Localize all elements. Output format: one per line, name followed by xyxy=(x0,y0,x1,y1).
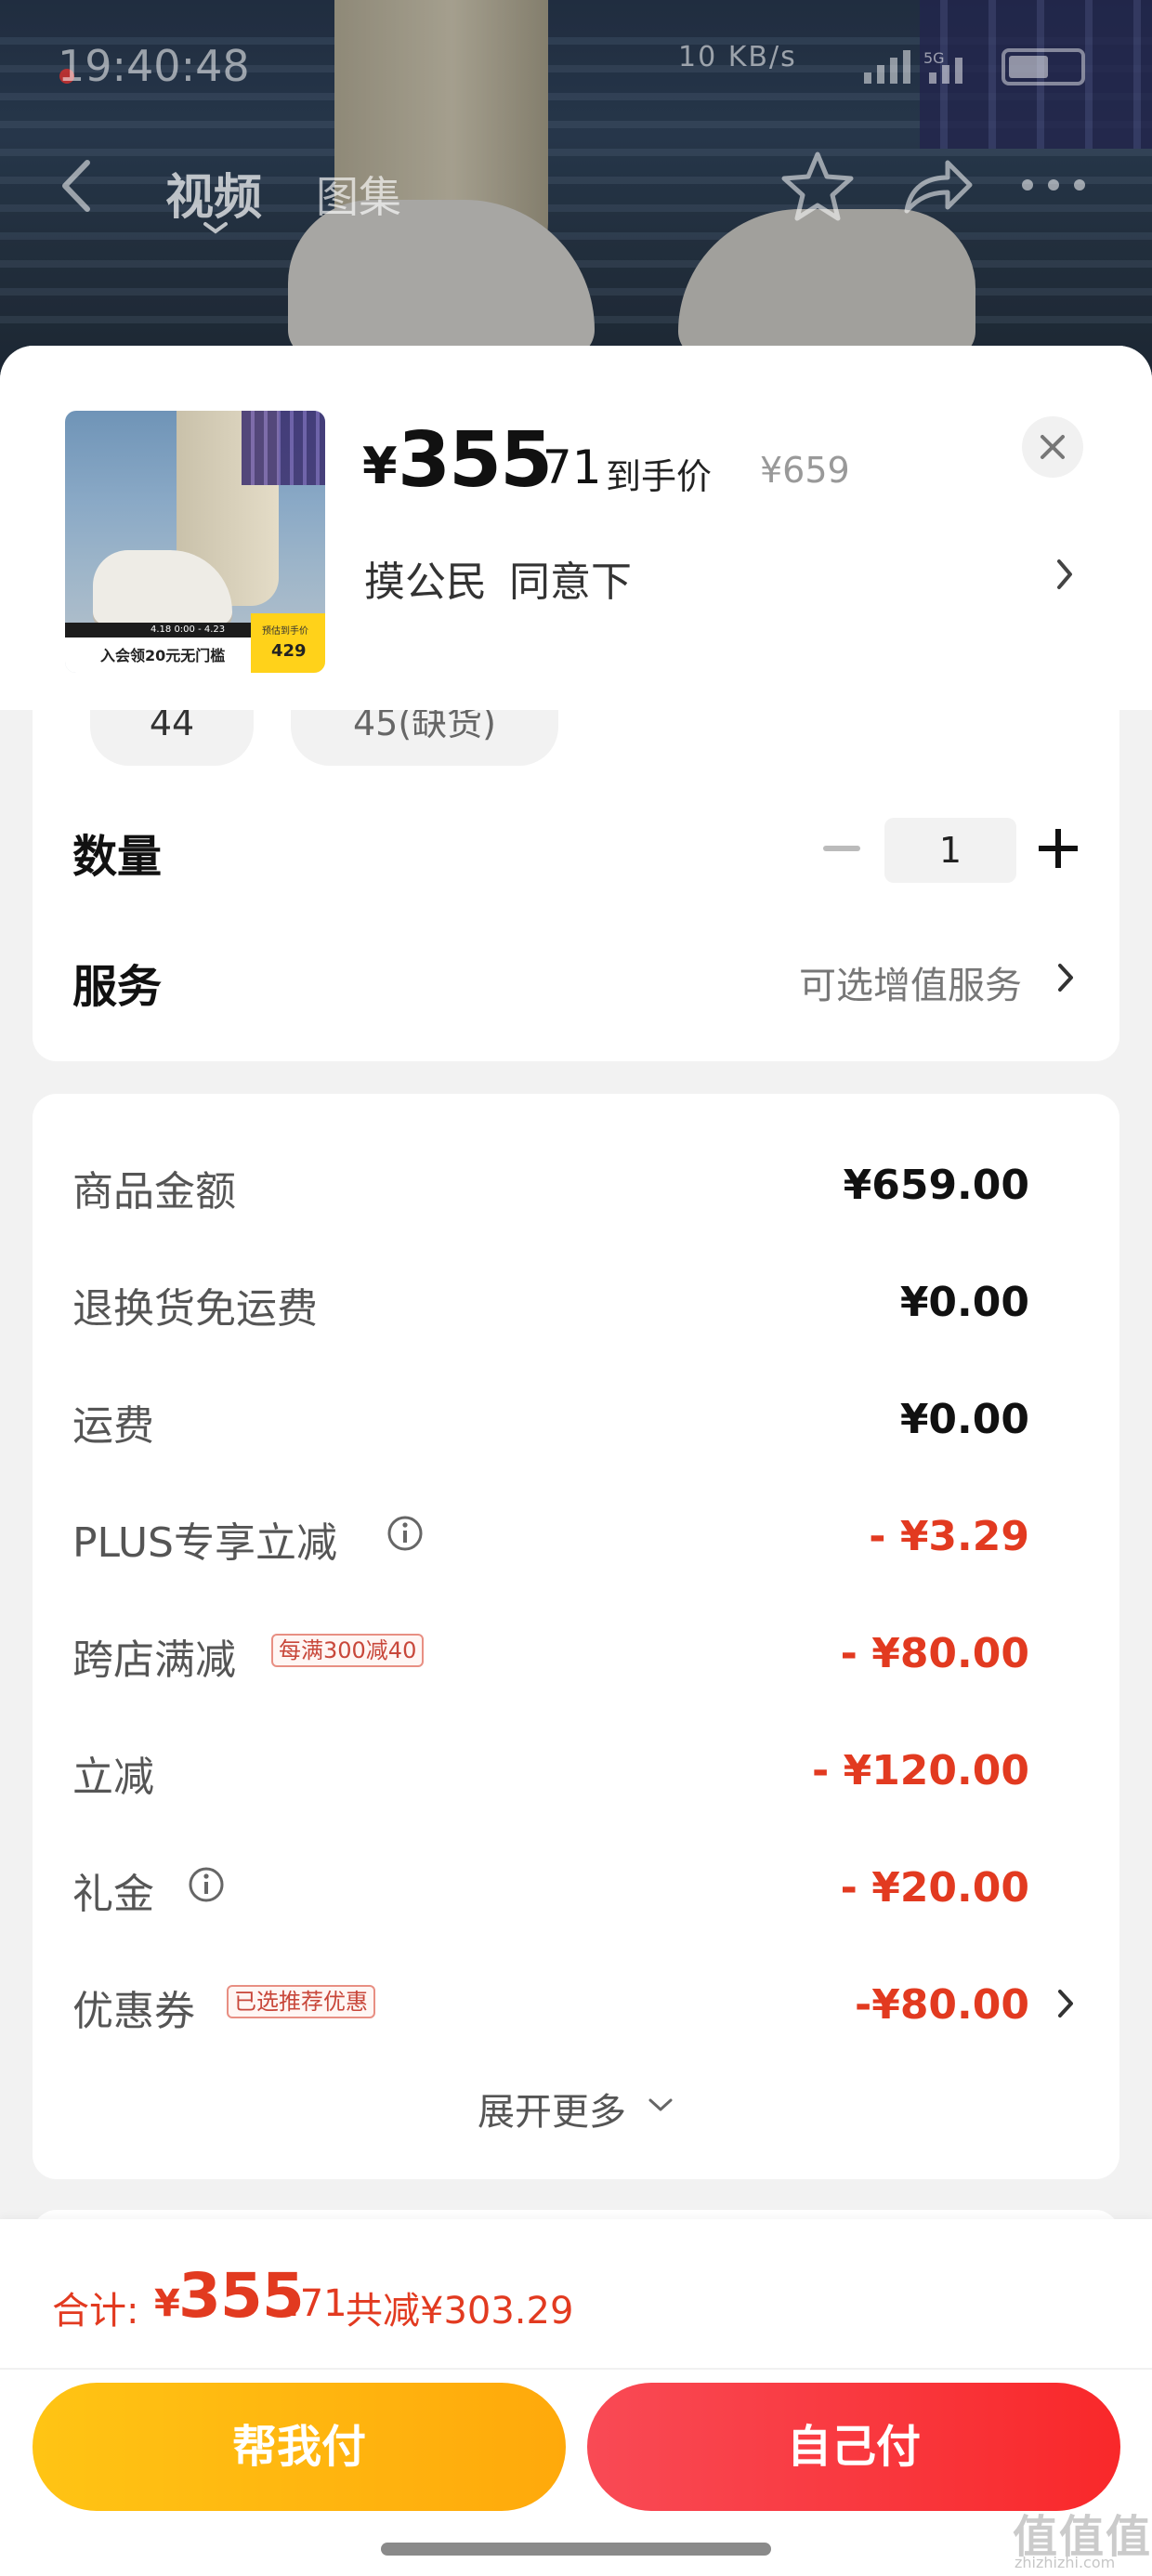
row-value-coupon[interactable]: -¥80.00 xyxy=(695,1981,1029,2029)
chevron-right-icon[interactable] xyxy=(1055,961,1076,994)
total-decimal: .71 xyxy=(288,2282,347,2325)
row-label-goods-amount: 商品金额 xyxy=(72,1168,236,1216)
row-value-shipping: ¥0.00 xyxy=(899,1396,1029,1443)
chevron-right-icon[interactable] xyxy=(1054,556,1076,593)
pay-myself-button[interactable]: 自己付 xyxy=(587,2383,1120,2511)
close-icon[interactable] xyxy=(1022,416,1083,478)
info-icon[interactable] xyxy=(386,1515,424,1552)
thumbnail-badge-label: 预估到手价 xyxy=(262,626,308,637)
signal-type: 5G xyxy=(923,49,945,67)
quantity-input[interactable]: 1 xyxy=(884,818,1016,883)
status-time: 19:40:48 xyxy=(58,41,250,91)
row-label-coupon[interactable]: 优惠券 xyxy=(72,1978,195,2037)
signal-icon: 5G xyxy=(864,49,962,84)
row-value-return-shipping: ¥0.00 xyxy=(899,1279,1029,1326)
promo-tag: 每满300减40 xyxy=(271,1634,425,1667)
quantity-minus-button[interactable] xyxy=(823,846,860,851)
total-savings: 共减¥303.29 xyxy=(346,2290,574,2333)
selected-variant[interactable]: 摸公民 同意下 xyxy=(364,548,632,608)
row-value-instant-discount: - ¥120.00 xyxy=(812,1747,1029,1794)
thumbnail-badge-price: 429 xyxy=(271,641,307,661)
quantity-label: 数量 xyxy=(72,831,163,883)
thumbnail-dates: 4.18 0:00 - 4.23 23:59 xyxy=(65,623,251,650)
more-icon[interactable] xyxy=(1018,173,1089,197)
watermark-url: zhizhizhi.com xyxy=(1015,2554,1116,2571)
row-value-gift-money: - ¥20.00 xyxy=(840,1864,1029,1912)
thumbnail-banner-text: 入会领20元无门槛 xyxy=(100,647,226,664)
original-price: ¥659 xyxy=(760,450,850,491)
row-value-cross-store: - ¥80.00 xyxy=(840,1630,1029,1677)
tab-gallery[interactable]: 图集 xyxy=(316,164,401,225)
row-label-cross-store: 跨店满减 xyxy=(72,1636,236,1684)
total-currency: ¥ xyxy=(154,2282,180,2325)
total-label: 合计: xyxy=(52,2290,139,2333)
share-icon[interactable] xyxy=(899,153,974,218)
quantity-plus-button[interactable] xyxy=(1039,829,1078,868)
help-me-pay-button[interactable]: 帮我付 xyxy=(33,2383,566,2511)
chevron-down-icon[interactable] xyxy=(647,2096,674,2113)
row-label-plus-discount: PLUS专享立减 xyxy=(72,1519,337,1567)
service-selector[interactable]: 可选增值服务 xyxy=(799,955,1022,1009)
favorite-star-icon[interactable] xyxy=(780,149,855,223)
row-label-instant-discount: 立减 xyxy=(72,1754,154,1801)
price-currency: ¥ xyxy=(362,437,398,495)
chevron-right-icon[interactable] xyxy=(1055,1987,1076,2020)
row-value-plus-discount: - ¥3.29 xyxy=(869,1513,1029,1560)
expand-more-button[interactable]: 展开更多 xyxy=(478,2082,626,2136)
coupon-tag: 已选推荐优惠 xyxy=(227,1985,375,2018)
row-label-shipping: 运费 xyxy=(72,1402,154,1450)
network-speed: 10 KB/s xyxy=(678,41,797,73)
product-thumbnail[interactable]: 4.18 0:00 - 4.23 23:59 预估到手价 429 入会领20元无… xyxy=(65,411,325,673)
back-arrow-icon[interactable] xyxy=(50,153,106,218)
tab-video[interactable]: 视频 xyxy=(165,158,262,228)
divider xyxy=(0,2368,1152,2370)
home-indicator[interactable] xyxy=(381,2543,771,2556)
battery-icon xyxy=(1001,48,1085,85)
row-label-return-shipping: 退换货免运费 xyxy=(72,1285,318,1333)
network-speed-value: 10 KB/s xyxy=(678,41,797,73)
row-label-gift-money: 礼金 xyxy=(72,1871,154,1918)
price-label: 到手价 xyxy=(606,456,713,497)
price-decimal: .71 xyxy=(528,440,602,494)
total-integer: 355 xyxy=(178,2260,305,2332)
service-label: 服务 xyxy=(72,961,163,1013)
row-value-goods-amount: ¥659.00 xyxy=(843,1162,1029,1209)
tab-active-indicator xyxy=(203,222,228,234)
info-icon[interactable] xyxy=(188,1866,225,1903)
